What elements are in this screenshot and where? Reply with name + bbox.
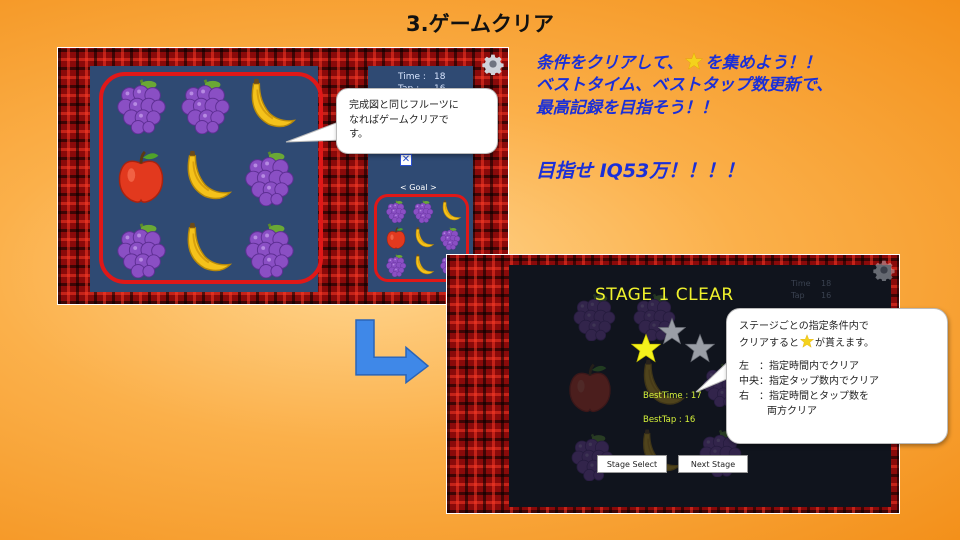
game-screenshot: Time : 18 Tap : 16 ✕ < Goal > xyxy=(57,47,509,305)
arrow-icon xyxy=(355,319,430,384)
stage-clear-title: STAGE 1 CLEAR xyxy=(595,285,734,305)
tagline-line-2: ベストタイム、ベストタップ数更新で、 xyxy=(536,75,833,95)
grape-goal xyxy=(438,226,462,250)
bg-fruit xyxy=(563,361,617,415)
callout-line: す。 xyxy=(349,129,368,140)
grape-tile[interactable] xyxy=(176,76,234,134)
star-earned-icon xyxy=(631,333,661,363)
slide-title: 3.ゲームクリア xyxy=(406,12,554,36)
grape-tile[interactable] xyxy=(240,148,298,206)
callout-text: が貰えます。 xyxy=(815,338,874,349)
bubble-tail xyxy=(285,119,344,143)
apple-tile[interactable] xyxy=(112,148,170,206)
goal-label: < Goal > xyxy=(400,183,437,192)
star-icon xyxy=(800,334,814,348)
callout-line: なればゲームクリアで xyxy=(349,114,449,126)
tagline-text: 条件をクリアして、 xyxy=(536,53,684,72)
tagline-line-3: 最高記録を目指そう！！ xyxy=(536,97,718,117)
explanation-callout: 完成図と同じフルーツに なればゲームクリアで す。 xyxy=(336,88,498,154)
bg-time-value: 18 xyxy=(821,279,832,288)
grape-tile[interactable] xyxy=(112,76,170,134)
gear-icon[interactable] xyxy=(482,53,504,75)
grape-tile[interactable] xyxy=(240,220,298,278)
callout-text: クリアすると xyxy=(739,338,799,349)
banana-goal xyxy=(411,226,435,250)
callout-line: クリアすると が貰えます。 xyxy=(739,334,935,351)
star-empty-icon xyxy=(658,317,686,345)
bg-fruit xyxy=(633,357,687,411)
tagline-line-1: 条件をクリアして、 を集めよう！！ xyxy=(536,52,936,74)
bg-time-label: Time xyxy=(791,279,811,288)
grape-goal xyxy=(384,199,408,223)
banana-tile[interactable] xyxy=(176,148,234,206)
shuffle-icon[interactable]: ✕ xyxy=(400,154,412,166)
best-tap: BestTap : 16 xyxy=(643,415,696,425)
time-label: Time : xyxy=(398,72,426,82)
banana-goal xyxy=(438,199,462,223)
best-time: BestTime : 17 xyxy=(643,391,702,401)
tagline-goal: 目指せ IQ53万！！！！ xyxy=(536,160,745,182)
grape-goal xyxy=(411,199,435,223)
bg-tap-label: Tap xyxy=(791,291,805,300)
tagline-text: を集めよう！！ xyxy=(705,53,821,72)
apple-goal xyxy=(384,226,408,250)
banana-tile[interactable] xyxy=(176,220,234,278)
callout-line: 中央：指定タップ数内でクリア xyxy=(739,376,879,387)
grape-tile[interactable] xyxy=(112,220,170,278)
callout-line: 左 ：指定時間内でクリア xyxy=(739,361,859,372)
gear-icon[interactable] xyxy=(873,259,895,281)
callout-line: 完成図と同じフルーツに xyxy=(349,100,459,111)
tagline: 条件をクリアして、 を集めよう！！ ベストタイム、ベストタップ数更新で、 最高記録… xyxy=(536,52,936,119)
stage-select-button[interactable]: Stage Select xyxy=(597,455,667,473)
callout-line: ステージごとの指定条件内で xyxy=(739,321,869,332)
bg-tap-value: 16 xyxy=(821,291,832,300)
star-icon xyxy=(685,52,703,70)
grape-goal xyxy=(384,253,408,277)
next-stage-button[interactable]: Next Stage xyxy=(678,455,748,473)
time-value: 18 xyxy=(434,72,446,82)
callout-line: 右 ：指定時間とタップ数を xyxy=(739,391,869,402)
star-explanation-callout: ステージごとの指定条件内で クリアすると が貰えます。 左 ：指定時間内でクリア … xyxy=(726,308,948,444)
callout-line: 両方クリア xyxy=(767,406,817,417)
banana-goal xyxy=(411,253,435,277)
